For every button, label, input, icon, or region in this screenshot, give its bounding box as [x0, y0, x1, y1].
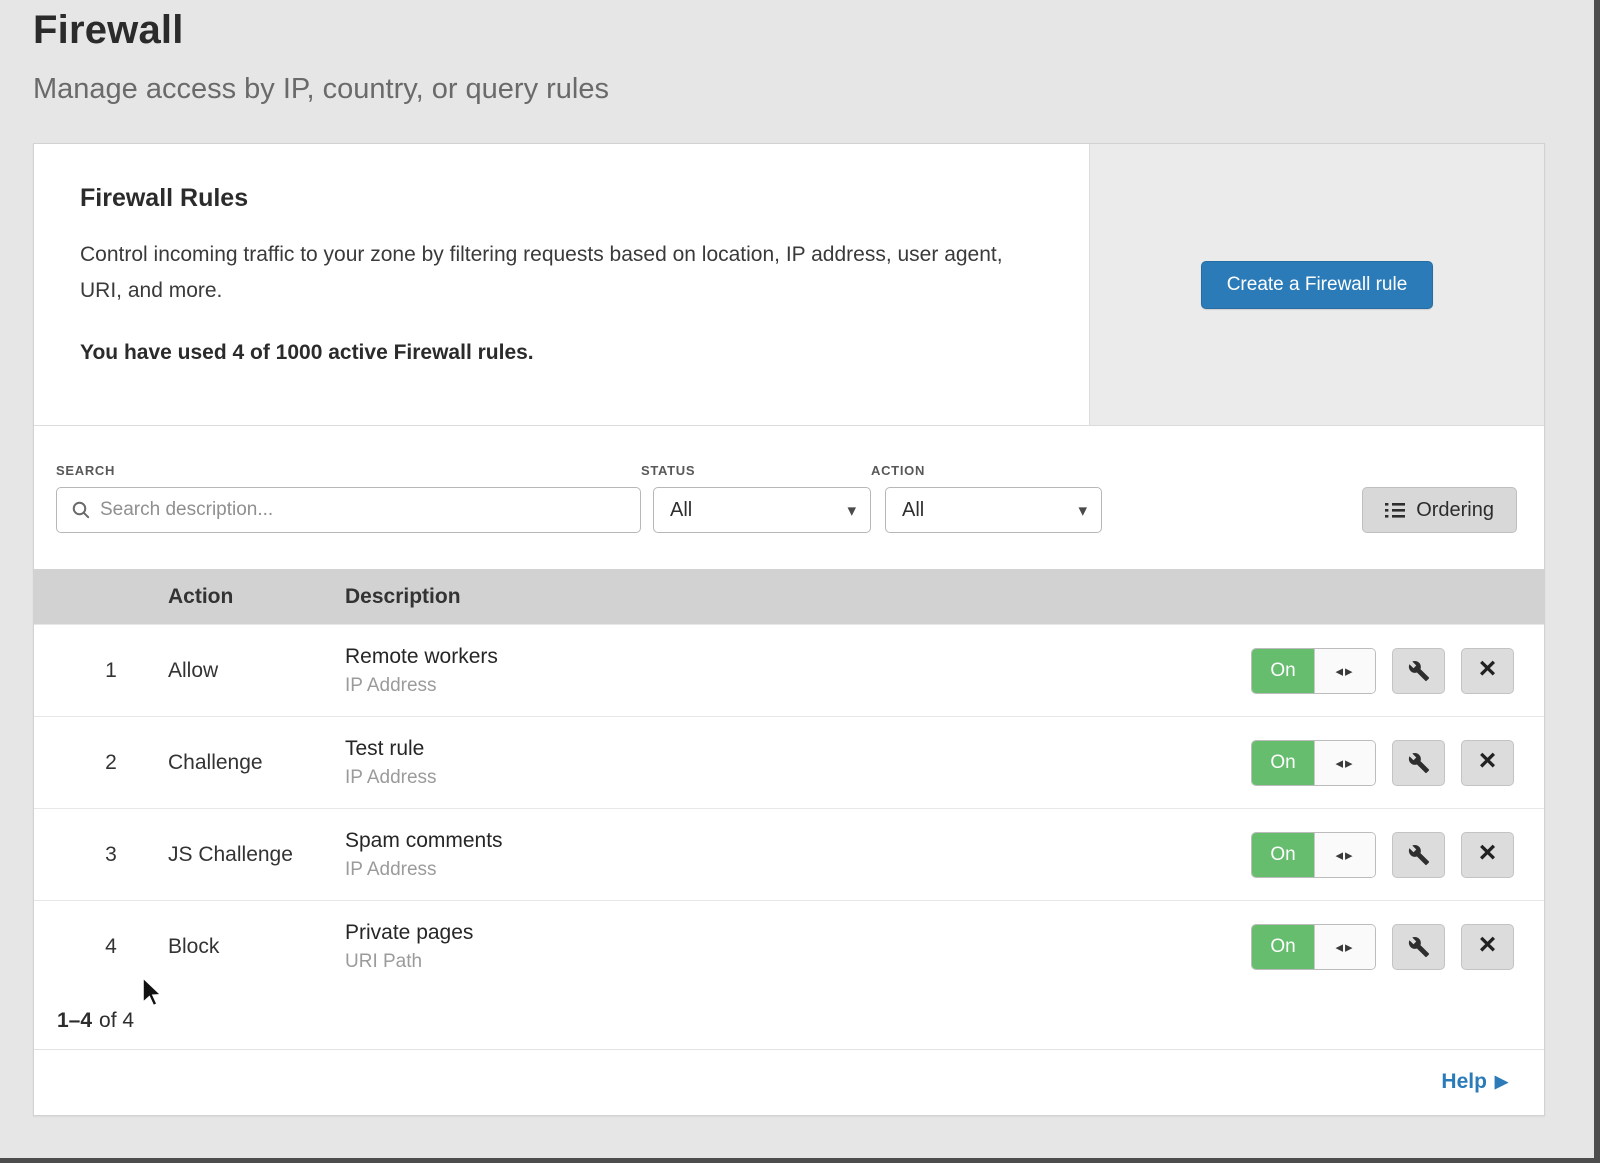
rule-action: JS Challenge [168, 843, 345, 867]
close-icon: × [1479, 654, 1497, 684]
table-row: 1 Allow Remote workers IP Address On ◂▸ … [34, 624, 1544, 716]
rule-number: 4 [34, 935, 168, 959]
rule-enable-toggle[interactable]: On ◂▸ [1251, 832, 1376, 878]
rule-match-type: URI Path [345, 951, 1251, 973]
toggle-on-label[interactable]: On [1252, 833, 1314, 877]
rule-enable-toggle[interactable]: On ◂▸ [1251, 648, 1376, 694]
help-arrow-icon: ▶ [1495, 1072, 1508, 1092]
search-filter-group: SEARCH [56, 463, 641, 533]
toggle-arrows-icon[interactable]: ◂▸ [1314, 649, 1375, 693]
table-row: 3 JS Challenge Spam comments IP Address … [34, 808, 1544, 900]
table-header-row: Action Description [34, 569, 1544, 624]
rule-description: Test rule [345, 737, 1251, 761]
help-link[interactable]: Help ▶ [1441, 1070, 1508, 1094]
help-link-label: Help [1441, 1070, 1487, 1094]
search-label: SEARCH [56, 463, 641, 478]
card-description: Control incoming traffic to your zone by… [80, 237, 1029, 309]
toggle-on-label[interactable]: On [1252, 925, 1314, 969]
edit-rule-button[interactable] [1392, 924, 1445, 970]
delete-rule-button[interactable]: × [1461, 924, 1514, 970]
status-filter-group: STATUS All ▾ [641, 463, 871, 533]
wrench-icon [1408, 660, 1430, 682]
status-select[interactable]: All ▾ [653, 487, 871, 533]
rule-number: 3 [34, 843, 168, 867]
toggle-on-label[interactable]: On [1252, 741, 1314, 785]
page-header: Firewall Manage access by IP, country, o… [0, 0, 1600, 106]
search-icon [71, 500, 91, 520]
firewall-page: Firewall Manage access by IP, country, o… [0, 0, 1600, 1163]
firewall-rules-card: Firewall Rules Control incoming traffic … [33, 143, 1545, 1116]
wrench-icon [1408, 844, 1430, 866]
table-row: 2 Challenge Test rule IP Address On ◂▸ × [34, 716, 1544, 808]
delete-rule-button[interactable]: × [1461, 648, 1514, 694]
chevron-down-icon: ▾ [1078, 502, 1087, 519]
delete-rule-button[interactable]: × [1461, 740, 1514, 786]
rule-action: Allow [168, 659, 345, 683]
card-header-text: Firewall Rules Control incoming traffic … [34, 144, 1089, 425]
toggle-arrows-icon[interactable]: ◂▸ [1314, 925, 1375, 969]
rule-match-type: IP Address [345, 859, 1251, 881]
toggle-on-label[interactable]: On [1252, 649, 1314, 693]
chevron-down-icon: ▾ [847, 502, 856, 519]
rule-number: 1 [34, 659, 168, 683]
edit-rule-button[interactable] [1392, 832, 1445, 878]
close-icon: × [1479, 838, 1497, 868]
create-firewall-rule-button[interactable]: Create a Firewall rule [1201, 261, 1434, 309]
wrench-icon [1408, 936, 1430, 958]
page-title: Firewall [33, 8, 1600, 53]
edit-rule-button[interactable] [1392, 740, 1445, 786]
card-header-action-panel: Create a Firewall rule [1089, 144, 1544, 425]
rule-controls: On ◂▸ × [1251, 648, 1515, 694]
close-icon: × [1479, 930, 1497, 960]
search-box[interactable] [56, 487, 641, 533]
rule-action: Challenge [168, 751, 345, 775]
rule-enable-toggle[interactable]: On ◂▸ [1251, 924, 1376, 970]
card-header: Firewall Rules Control incoming traffic … [34, 144, 1544, 426]
rule-enable-toggle[interactable]: On ◂▸ [1251, 740, 1376, 786]
page-subtitle: Manage access by IP, country, or query r… [33, 73, 1600, 106]
edit-rule-button[interactable] [1392, 648, 1445, 694]
status-select-value: All [670, 499, 692, 522]
rule-description: Spam comments [345, 829, 1251, 853]
action-label: ACTION [871, 463, 1102, 478]
close-icon: × [1479, 746, 1497, 776]
window-edge [1594, 0, 1600, 1163]
action-filter-group: ACTION All ▾ [871, 463, 1102, 533]
rule-controls: On ◂▸ × [1251, 740, 1515, 786]
ordering-button-label: Ordering [1416, 499, 1494, 522]
action-column-header: Action [168, 585, 345, 609]
rule-match-type: IP Address [345, 767, 1251, 789]
filters-bar: SEARCH STATUS All ▾ ACTION [34, 426, 1544, 569]
ordering-button[interactable]: Ordering [1362, 487, 1517, 533]
rule-controls: On ◂▸ × [1251, 924, 1515, 970]
rule-description: Private pages [345, 921, 1251, 945]
pagination-range: 1–4 [57, 1009, 92, 1033]
action-select-value: All [902, 499, 924, 522]
rule-number: 2 [34, 751, 168, 775]
toggle-arrows-icon[interactable]: ◂▸ [1314, 741, 1375, 785]
search-input[interactable] [100, 499, 628, 521]
description-column-header: Description [345, 585, 1544, 609]
pagination: 1–4 of 4 [34, 992, 1544, 1050]
rule-match-type: IP Address [345, 675, 1251, 697]
delete-rule-button[interactable]: × [1461, 832, 1514, 878]
status-label: STATUS [641, 463, 871, 478]
card-title: Firewall Rules [80, 184, 1029, 213]
rule-description: Remote workers [345, 645, 1251, 669]
action-select[interactable]: All ▾ [885, 487, 1102, 533]
toggle-arrows-icon[interactable]: ◂▸ [1314, 833, 1375, 877]
table-row: 4 Block Private pages URI Path On ◂▸ × [34, 900, 1544, 992]
card-footer: Help ▶ [34, 1050, 1544, 1114]
pagination-total: of 4 [99, 1009, 134, 1033]
rule-controls: On ◂▸ × [1251, 832, 1515, 878]
rules-usage-text: You have used 4 of 1000 active Firewall … [80, 341, 1029, 365]
window-edge [0, 1158, 1600, 1163]
wrench-icon [1408, 752, 1430, 774]
ordering-list-icon [1385, 502, 1405, 519]
rule-action: Block [168, 935, 345, 959]
